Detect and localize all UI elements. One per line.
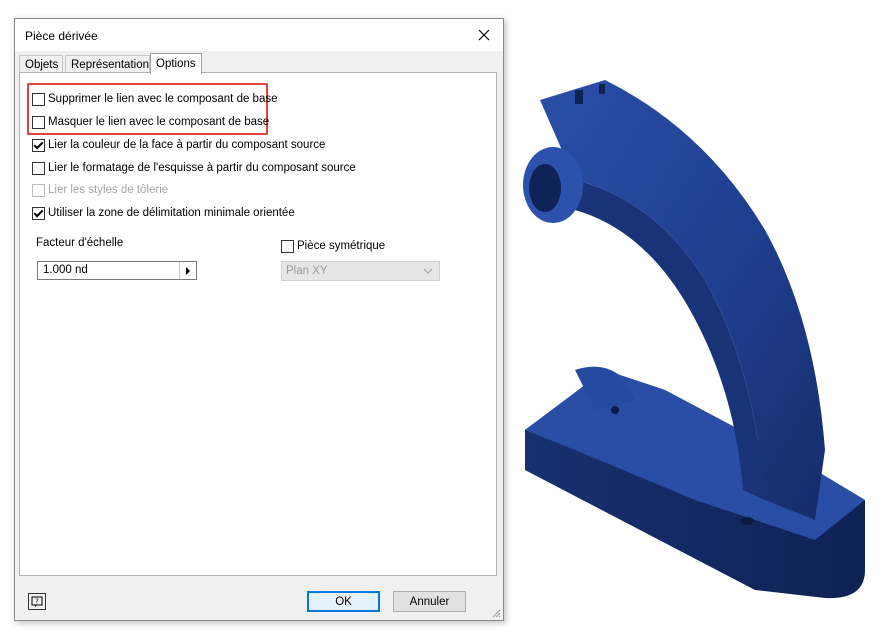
close-button[interactable] [467, 19, 501, 51]
option-link-sketch-format[interactable]: Lier le formatage de l'esquisse à partir… [32, 160, 356, 176]
svg-text:?: ? [35, 597, 39, 605]
tab-objets[interactable]: Objets [19, 55, 63, 73]
dialog-title: Pièce dérivée [25, 29, 98, 43]
chevron-down-icon [423, 268, 433, 274]
tab-representation[interactable]: Représentation [65, 55, 150, 73]
checkbox[interactable] [32, 138, 45, 152]
checkbox[interactable] [32, 92, 45, 106]
help-icon: ? [31, 596, 43, 607]
option-link-sheetmetal-styles: Lier les styles de tôlerie [32, 182, 168, 198]
arrow-right-icon [186, 266, 190, 275]
scale-factor-input[interactable]: 1.000 nd [37, 261, 197, 280]
tab-options[interactable]: Options [150, 53, 202, 74]
checkbox [32, 183, 45, 197]
part-3d-model [523, 80, 865, 599]
option-symmetric-part[interactable]: Pièce symétrique [281, 238, 385, 254]
derived-part-dialog: Pièce dérivée Objets Représentation Opti… [14, 18, 504, 621]
options-panel: Supprimer le lien avec le composant de b… [19, 72, 497, 576]
help-button[interactable]: ? [28, 593, 46, 610]
ok-button[interactable]: OK [307, 591, 380, 612]
option-hide-link[interactable]: Masquer le lien avec le composant de bas… [32, 114, 269, 130]
title-bar: Pièce dérivée [15, 19, 503, 51]
option-min-bounding-box[interactable]: Utiliser la zone de délimitation minimal… [32, 205, 295, 221]
option-link-face-color[interactable]: Lier la couleur de la face à partir du c… [32, 137, 325, 153]
scale-factor-label: Facteur d'échelle [36, 237, 124, 249]
plane-select: Plan XY [281, 261, 440, 281]
cancel-button[interactable]: Annuler [393, 591, 466, 612]
checkbox[interactable] [281, 239, 294, 253]
scale-flyout-button[interactable] [179, 262, 196, 279]
option-remove-link[interactable]: Supprimer le lien avec le composant de b… [32, 91, 278, 107]
checkbox[interactable] [32, 206, 45, 220]
checkbox[interactable] [32, 161, 45, 175]
checkbox[interactable] [32, 115, 45, 129]
close-icon [478, 29, 490, 41]
resize-grip-icon[interactable] [491, 608, 501, 618]
